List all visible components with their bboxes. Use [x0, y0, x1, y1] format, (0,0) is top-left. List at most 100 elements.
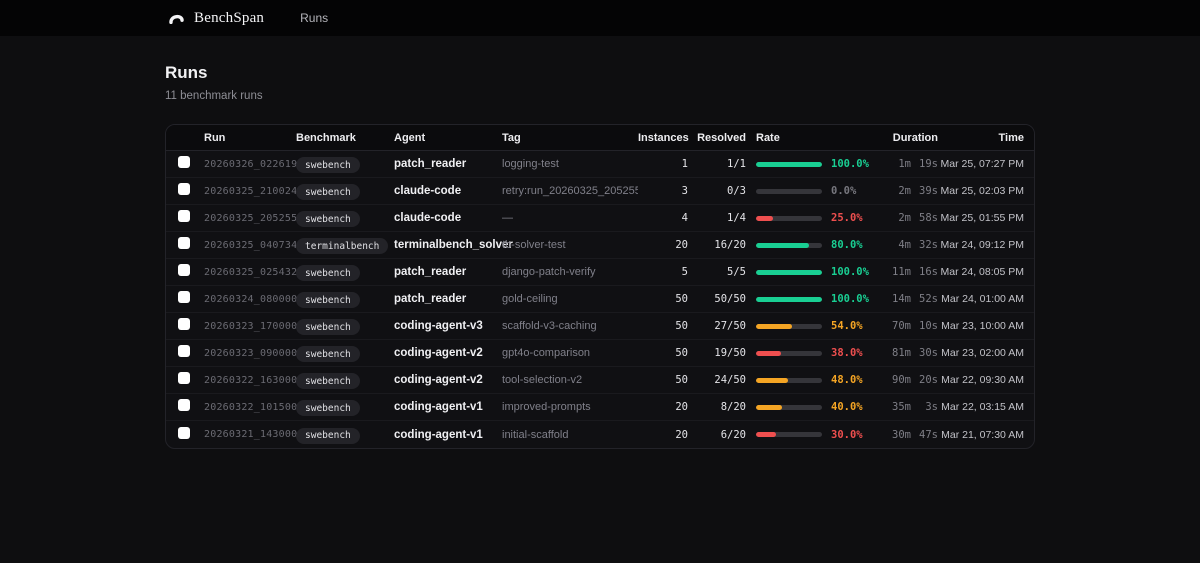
- table-row[interactable]: 20260321_143000 swebench coding-agent-v1…: [166, 421, 1034, 448]
- rate-bar: [756, 243, 822, 248]
- duration-seconds: 3s: [916, 401, 938, 413]
- benchmark-badge: swebench: [296, 211, 360, 227]
- rate-percent: 40.0%: [831, 401, 863, 413]
- resolved-count: 24/50: [688, 374, 746, 386]
- table-row[interactable]: 20260322_163000 swebench coding-agent-v2…: [166, 367, 1034, 394]
- run-id: 20260325_205255: [204, 213, 296, 224]
- agent-name: coding-agent-v1: [394, 401, 502, 413]
- table-row[interactable]: 20260326_022619 swebench patch_reader lo…: [166, 151, 1034, 178]
- rate-bar: [756, 270, 822, 275]
- duration: 14m52s: [872, 293, 938, 305]
- rate-bar: [756, 432, 822, 437]
- run-time: Mar 22, 03:15 AM: [938, 401, 1024, 413]
- rate-bar-fill: [756, 432, 776, 437]
- run-tag: improved-prompts: [502, 401, 638, 413]
- agent-name: patch_reader: [394, 293, 502, 305]
- column-header-duration: Duration: [872, 132, 938, 144]
- run-id: 20260322_163000: [204, 375, 296, 386]
- table-header-row: Run Benchmark Agent Tag Instances Resolv…: [166, 125, 1034, 151]
- resolved-count: 8/20: [688, 401, 746, 413]
- run-time: Mar 25, 07:27 PM: [938, 158, 1024, 170]
- duration-seconds: 19s: [916, 158, 938, 170]
- duration-seconds: 20s: [916, 374, 938, 386]
- instances-count: 1: [638, 158, 688, 170]
- table-row[interactable]: 20260323_170000 swebench coding-agent-v3…: [166, 313, 1034, 340]
- nav-item-runs[interactable]: Runs: [300, 11, 328, 25]
- benchmark-badge: swebench: [296, 319, 360, 335]
- benchmark-badge: terminalbench: [296, 238, 388, 254]
- rate-bar: [756, 405, 822, 410]
- run-time: Mar 24, 08:05 PM: [938, 266, 1024, 278]
- top-nav: Runs: [300, 11, 328, 25]
- agent-name: claude-code: [394, 212, 502, 224]
- instances-count: 20: [638, 401, 688, 413]
- resolved-count: 16/20: [688, 239, 746, 251]
- row-checkbox[interactable]: [178, 372, 190, 384]
- run-time: Mar 23, 10:00 AM: [938, 320, 1024, 332]
- rate-bar-fill: [756, 351, 781, 356]
- duration-minutes: 81m: [892, 347, 911, 359]
- instances-count: 50: [638, 347, 688, 359]
- row-checkbox[interactable]: [178, 210, 190, 222]
- row-checkbox[interactable]: [178, 318, 190, 330]
- instances-count: 3: [638, 185, 688, 197]
- rate-percent: 80.0%: [831, 239, 863, 251]
- column-header-rate: Rate: [746, 132, 872, 144]
- table-row[interactable]: 20260325_205255 swebench claude-code — 4…: [166, 205, 1034, 232]
- brand[interactable]: BenchSpan: [168, 10, 264, 27]
- run-id: 20260325_025432: [204, 267, 296, 278]
- table-row[interactable]: 20260322_101500 swebench coding-agent-v1…: [166, 394, 1034, 421]
- run-tag: gpt4o-comparison: [502, 347, 638, 359]
- benchmark-badge: swebench: [296, 184, 360, 200]
- row-checkbox[interactable]: [178, 399, 190, 411]
- duration-seconds: 10s: [916, 320, 938, 332]
- row-checkbox[interactable]: [178, 156, 190, 168]
- run-time: Mar 21, 07:30 AM: [938, 429, 1024, 441]
- duration: 90m20s: [872, 374, 938, 386]
- main-content: Runs 11 benchmark runs Run Benchmark Age…: [0, 36, 1200, 449]
- duration-seconds: 47s: [916, 429, 938, 441]
- rate-bar-fill: [756, 270, 822, 275]
- row-checkbox[interactable]: [178, 291, 190, 303]
- run-tag: retry:run_20260325_205255: [502, 185, 638, 197]
- rate-percent: 48.0%: [831, 374, 863, 386]
- row-checkbox[interactable]: [178, 237, 190, 249]
- table-row[interactable]: 20260325_025432 swebench patch_reader dj…: [166, 259, 1034, 286]
- run-id: 20260326_022619: [204, 159, 296, 170]
- resolved-count: 5/5: [688, 266, 746, 278]
- rate-percent: 100.0%: [831, 158, 869, 170]
- rate-bar-fill: [756, 297, 822, 302]
- rate-bar-fill: [756, 243, 809, 248]
- row-checkbox[interactable]: [178, 183, 190, 195]
- run-tag: django-patch-verify: [502, 266, 638, 278]
- table-row[interactable]: 20260323_090000 swebench coding-agent-v2…: [166, 340, 1034, 367]
- row-checkbox[interactable]: [178, 427, 190, 439]
- benchmark-badge: swebench: [296, 428, 360, 444]
- rate-bar-fill: [756, 405, 782, 410]
- duration-seconds: 52s: [916, 293, 938, 305]
- agent-name: terminalbench_solver: [394, 239, 502, 251]
- rate-bar: [756, 216, 822, 221]
- run-id: 20260323_090000: [204, 348, 296, 359]
- column-header-resolved: Resolved: [688, 132, 746, 144]
- column-header-benchmark: Benchmark: [296, 132, 394, 144]
- rate-bar: [756, 324, 822, 329]
- duration: 70m10s: [872, 320, 938, 332]
- instances-count: 50: [638, 320, 688, 332]
- resolved-count: 19/50: [688, 347, 746, 359]
- top-bar: BenchSpan Runs: [0, 0, 1200, 36]
- agent-name: coding-agent-v2: [394, 374, 502, 386]
- benchmark-badge: swebench: [296, 292, 360, 308]
- agent-name: claude-code: [394, 185, 502, 197]
- row-checkbox[interactable]: [178, 264, 190, 276]
- run-time: Mar 25, 01:55 PM: [938, 212, 1024, 224]
- table-body: 20260326_022619 swebench patch_reader lo…: [166, 151, 1034, 448]
- table-row[interactable]: 20260325_040734 terminalbench terminalbe…: [166, 232, 1034, 259]
- table-row[interactable]: 20260325_210024 swebench claude-code ret…: [166, 178, 1034, 205]
- row-checkbox[interactable]: [178, 345, 190, 357]
- run-time: Mar 23, 02:00 AM: [938, 347, 1024, 359]
- table-row[interactable]: 20260324_080000 swebench patch_reader go…: [166, 286, 1034, 313]
- rate-percent: 38.0%: [831, 347, 863, 359]
- column-header-tag: Tag: [502, 132, 638, 144]
- instances-count: 50: [638, 374, 688, 386]
